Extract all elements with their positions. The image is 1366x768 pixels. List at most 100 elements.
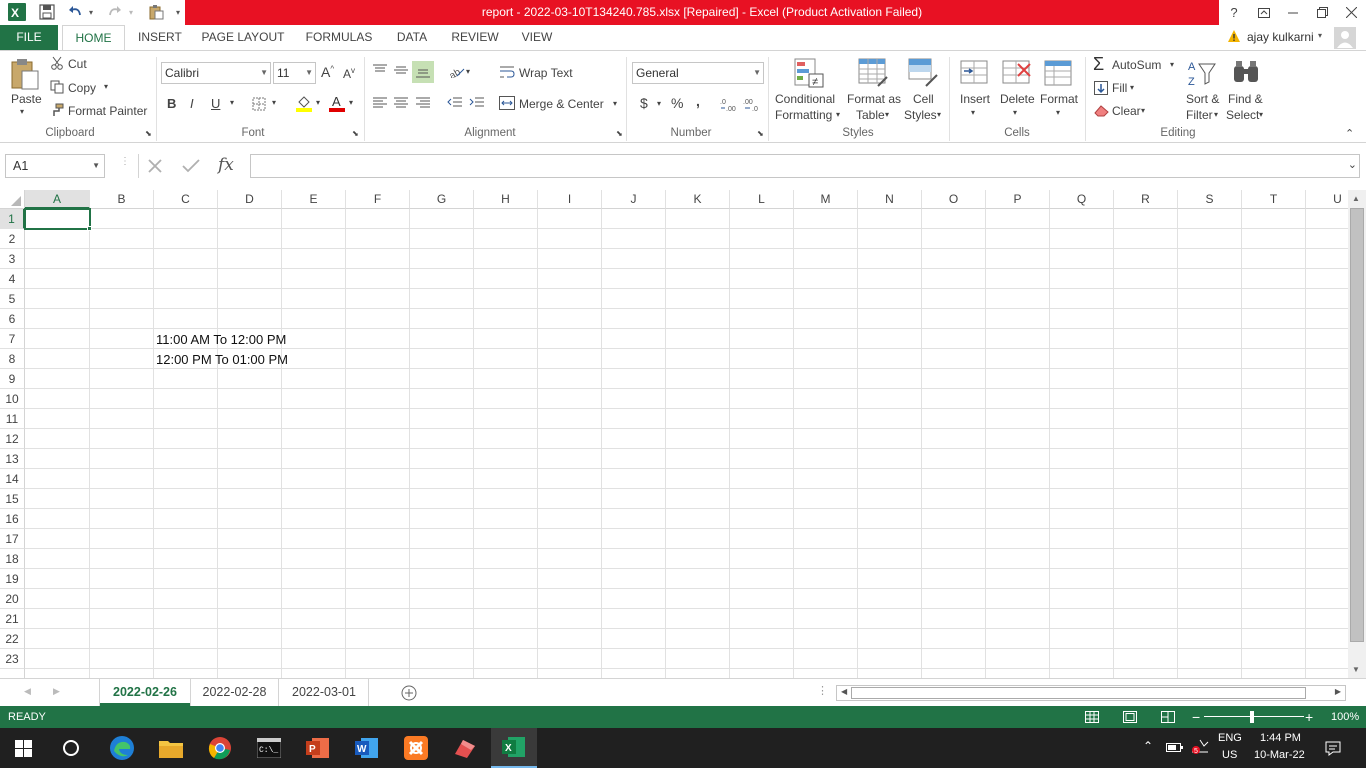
conditional-formatting-dropdown-icon[interactable]: ▾	[836, 110, 840, 119]
word-icon[interactable]: W	[344, 728, 390, 768]
currency-button[interactable]: $	[640, 95, 648, 111]
increase-font-size-icon[interactable]: A^	[321, 64, 334, 80]
eraser-icon[interactable]	[1094, 103, 1110, 117]
row-header[interactable]: 13	[0, 449, 25, 469]
row-header[interactable]: 5	[0, 289, 25, 309]
find-select-dropdown-icon[interactable]: ▾	[1259, 110, 1263, 119]
select-all-corner[interactable]	[0, 190, 25, 209]
number-launcher-icon[interactable]: ⬊	[757, 129, 764, 138]
conditional-formatting-label-2[interactable]: Formatting	[775, 108, 832, 122]
column-header[interactable]: N	[858, 190, 922, 209]
clear-label[interactable]: Clear	[1112, 104, 1141, 118]
zoom-level[interactable]: 100%	[1331, 706, 1359, 728]
insert-label[interactable]: Insert	[960, 92, 990, 106]
top-align-icon[interactable]	[371, 63, 389, 77]
percent-button[interactable]: %	[671, 95, 683, 111]
column-header[interactable]: K	[666, 190, 730, 209]
page-layout-view-icon[interactable]	[1122, 710, 1138, 724]
horizontal-scrollbar[interactable]: ◀ ▶	[836, 685, 1346, 701]
column-header[interactable]: U	[1306, 190, 1348, 209]
row-header[interactable]: 7	[0, 329, 25, 349]
windows-start-icon[interactable]	[0, 728, 46, 768]
notifications-icon[interactable]	[1324, 739, 1342, 757]
comma-button[interactable]: ,	[696, 93, 700, 109]
page-break-view-icon[interactable]	[1160, 710, 1176, 724]
prev-sheet-icon[interactable]: ◀	[24, 686, 31, 697]
conditional-formatting-icon[interactable]: ≠	[793, 57, 825, 89]
row-header[interactable]: 22	[0, 629, 25, 649]
tab-page-layout[interactable]: PAGE LAYOUT	[199, 25, 287, 50]
cell-c7[interactable]: 11:00 AM To 12:00 PM	[156, 332, 286, 347]
cell-styles-label-1[interactable]: Cell	[913, 92, 934, 106]
powerpoint-icon[interactable]: P	[295, 728, 341, 768]
underline-button[interactable]: U	[211, 96, 220, 111]
chrome-icon[interactable]	[197, 728, 243, 768]
column-header[interactable]: J	[602, 190, 666, 209]
edge-browser-icon[interactable]	[99, 728, 145, 768]
number-format-dropdown-icon[interactable]: ▼	[753, 63, 761, 83]
cancel-entry-icon[interactable]	[144, 156, 166, 176]
tab-split-grip-icon[interactable]: ⋮	[817, 684, 828, 697]
format-as-table-dropdown-icon[interactable]: ▾	[885, 110, 889, 119]
delete-dropdown-icon[interactable]: ▾	[1013, 108, 1017, 117]
column-header[interactable]: P	[986, 190, 1050, 209]
collapse-ribbon-icon[interactable]: ⌃	[1345, 127, 1354, 140]
decrease-decimal-icon[interactable]: .00.0	[743, 95, 763, 113]
row-header[interactable]: 3	[0, 249, 25, 269]
format-label[interactable]: Format	[1040, 92, 1078, 106]
tab-file[interactable]: FILE	[0, 25, 58, 50]
redo-icon[interactable]	[104, 2, 126, 22]
delete-label[interactable]: Delete	[1000, 92, 1035, 106]
confirm-entry-icon[interactable]	[180, 156, 202, 176]
row-header[interactable]: 17	[0, 529, 25, 549]
column-header[interactable]: M	[794, 190, 858, 209]
row-header[interactable]: 15	[0, 489, 25, 509]
font-color-icon[interactable]: A	[328, 94, 346, 112]
format-painter-icon[interactable]	[50, 103, 64, 117]
insert-dropdown-icon[interactable]: ▾	[971, 108, 975, 117]
fill-handle[interactable]	[87, 226, 92, 231]
tab-review[interactable]: REVIEW	[451, 25, 499, 50]
conditional-formatting-label-1[interactable]: Conditional	[775, 92, 835, 106]
clipboard-icon[interactable]	[145, 2, 167, 22]
row-header[interactable]: 14	[0, 469, 25, 489]
xampp-icon[interactable]	[393, 728, 439, 768]
customize-qat-icon[interactable]: ▾	[173, 2, 183, 22]
merge-center-label[interactable]: Merge & Center	[519, 97, 604, 111]
redo-dropdown-icon[interactable]: ▾	[126, 2, 136, 22]
borders-icon[interactable]	[251, 96, 267, 112]
merge-dropdown-icon[interactable]: ▾	[613, 99, 617, 108]
terminal-icon[interactable]: C:\_	[246, 728, 292, 768]
row-header[interactable]: 21	[0, 609, 25, 629]
format-cells-icon[interactable]	[1043, 57, 1075, 89]
battery-icon[interactable]	[1166, 739, 1184, 755]
scroll-right-icon[interactable]: ▶	[1335, 687, 1341, 696]
tab-home[interactable]: HOME	[62, 25, 125, 51]
column-header[interactable]: A	[25, 190, 90, 209]
italic-button[interactable]: I	[190, 96, 194, 111]
autosum-label[interactable]: AutoSum	[1112, 58, 1161, 72]
scroll-left-icon[interactable]: ◀	[841, 687, 847, 696]
find-select-label-1[interactable]: Find &	[1228, 92, 1263, 106]
scroll-up-icon[interactable]: ▲	[1352, 194, 1360, 203]
expand-formula-bar-icon[interactable]: ⌄	[1348, 158, 1357, 171]
column-header[interactable]: R	[1114, 190, 1178, 209]
row-header[interactable]: 16	[0, 509, 25, 529]
name-box[interactable]: A1 ▼	[5, 154, 105, 178]
cell-styles-dropdown-icon[interactable]: ▾	[937, 110, 941, 119]
column-header[interactable]: C	[154, 190, 218, 209]
bold-button[interactable]: B	[167, 96, 176, 111]
sheet-tab[interactable]: 2022-02-28	[191, 679, 279, 706]
sort-filter-dropdown-icon[interactable]: ▾	[1214, 110, 1218, 119]
row-header[interactable]: 19	[0, 569, 25, 589]
fill-dropdown-icon[interactable]: ▾	[1130, 83, 1134, 92]
excel-taskbar-icon[interactable]: X	[491, 728, 537, 768]
help-button[interactable]: ?	[1220, 0, 1248, 25]
align-right-icon[interactable]	[414, 96, 432, 110]
cut-label[interactable]: Cut	[68, 57, 87, 71]
user-name[interactable]: ajay kulkarni	[1247, 30, 1314, 44]
file-explorer-icon[interactable]	[148, 728, 194, 768]
sort-filter-label-1[interactable]: Sort &	[1186, 92, 1219, 106]
zoom-in-icon[interactable]: +	[1305, 706, 1313, 728]
font-size-box[interactable]: 11 ▼	[273, 62, 316, 84]
